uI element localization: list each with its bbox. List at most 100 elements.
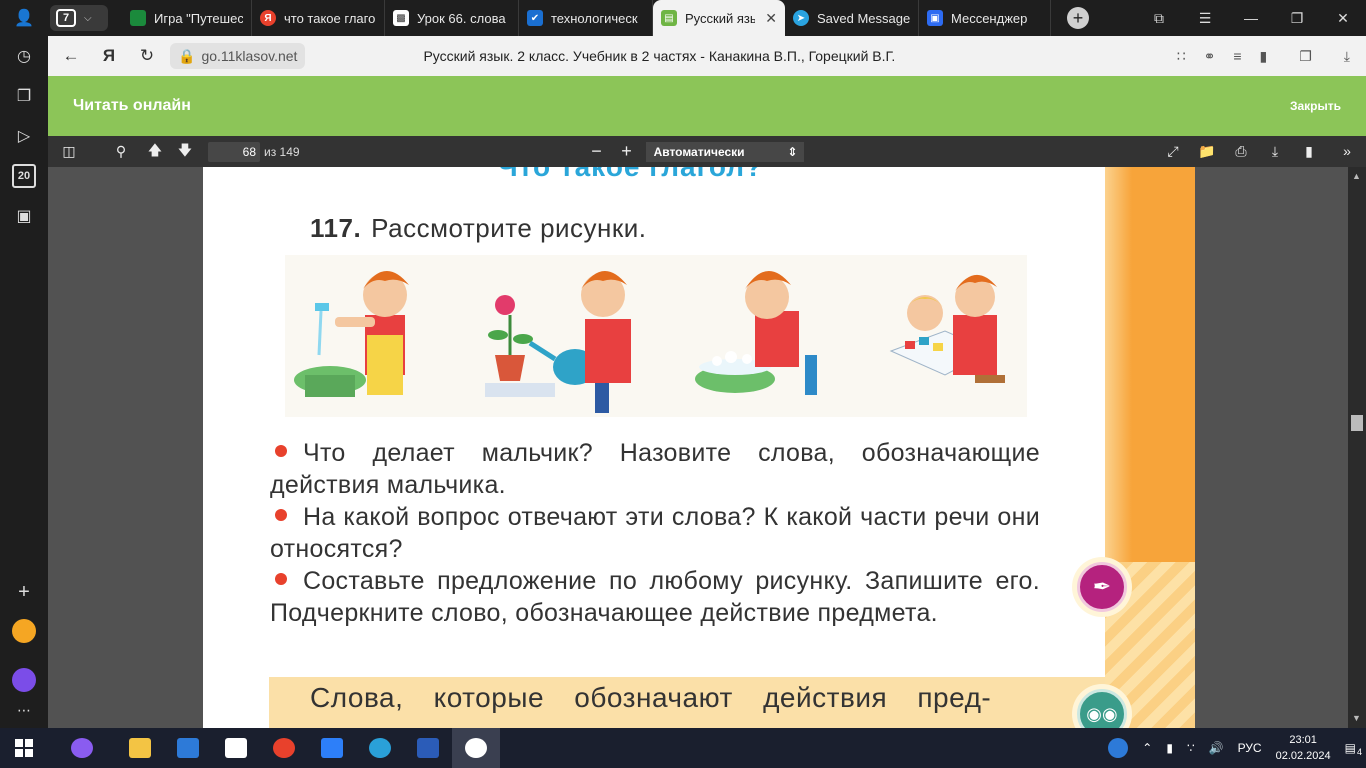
screenshot-icon[interactable]: ▣ <box>12 204 36 228</box>
bookmark-icon[interactable]: ▮ <box>1260 48 1268 65</box>
scroll-down-icon[interactable]: ▼ <box>1352 713 1361 723</box>
chevron-down-icon: ⌵ <box>84 12 92 24</box>
headphones-icon[interactable]: ⚭ <box>1204 48 1216 65</box>
browser-sidebar: 👤 ◷ ❐ ▷ 20 ▣ + ⋯ <box>0 0 48 728</box>
tab[interactable]: ▣ Мессенджер <box>919 0 1051 36</box>
yandex-browser-icon <box>465 738 487 758</box>
fullscreen-icon[interactable]: ⤢ <box>1158 143 1188 160</box>
amazon-taskbar-button[interactable] <box>212 728 260 768</box>
scroll-up-icon[interactable]: ▲ <box>1352 171 1361 181</box>
battery-icon[interactable]: ▮ <box>1166 741 1173 755</box>
collections-icon[interactable]: ❐ <box>12 84 36 108</box>
restore-icon[interactable]: ❐ <box>1274 10 1320 27</box>
tab-counter[interactable]: 7 ⌵ <box>50 5 108 31</box>
tab-manager-icon[interactable]: ⧉ <box>1136 10 1182 27</box>
write-task-badge: ✒ <box>1072 557 1132 617</box>
zoom-out-icon[interactable]: − <box>582 141 612 162</box>
next-page-icon[interactable]: 🡇 <box>170 140 200 164</box>
exercise-instruction: Рассмотрите рисунки. <box>371 213 647 243</box>
more-icon[interactable]: ⋯ <box>12 698 36 722</box>
profile-icon[interactable]: 👤 <box>12 6 36 30</box>
yandex-icon <box>273 738 295 758</box>
bookmark-icon[interactable]: ▮ <box>1294 143 1324 160</box>
notification-count: 4 <box>1356 747 1362 757</box>
dropbox-icon <box>321 738 343 758</box>
print-icon[interactable]: ⎙ <box>1226 143 1256 160</box>
collections-add-icon[interactable]: ❐ <box>1299 48 1312 65</box>
close-window-icon[interactable]: ✕ <box>1320 10 1366 27</box>
mail-icon <box>177 738 199 758</box>
new-tab-button[interactable]: + <box>1067 7 1089 29</box>
minimize-icon[interactable]: — <box>1228 10 1274 27</box>
url-field[interactable]: 🔒 go.11klasov.net <box>170 43 306 69</box>
word-taskbar-button[interactable] <box>404 728 452 768</box>
language-indicator[interactable]: РУС <box>1238 741 1262 755</box>
sidebar-toggle-icon[interactable]: ◫ <box>54 143 84 160</box>
history-icon[interactable]: ◷ <box>12 44 36 68</box>
vertical-scrollbar[interactable]: ▲ ▼ <box>1348 167 1366 728</box>
tab-title: Русский язык <box>685 10 756 26</box>
tab-bar: 7 ⌵ Игра "Путешес Я что такое глаго ▩ Ур… <box>48 0 1366 36</box>
tab[interactable]: ➤ Saved Message <box>785 0 919 36</box>
help-icon[interactable] <box>1108 738 1129 758</box>
tray-chevron-icon[interactable]: ⌃ <box>1142 741 1152 755</box>
tab-active[interactable]: ▤ Русский язык ✕ <box>653 0 785 36</box>
tab[interactable]: Я что такое глаго <box>252 0 385 36</box>
dropbox-taskbar-button[interactable] <box>308 728 356 768</box>
start-button[interactable] <box>0 728 48 768</box>
more-tools-icon[interactable]: » <box>1332 143 1362 160</box>
downloads-icon[interactable]: ⤓ <box>1344 48 1350 65</box>
task-text: Что делает мальчик? Назовите слова, обоз… <box>270 439 1040 499</box>
zoom-select[interactable]: Автоматически ⇕ <box>645 141 804 162</box>
previous-page-icon[interactable]: 🡅 <box>140 140 170 164</box>
scrollbar-thumb[interactable] <box>1351 415 1363 431</box>
tab-title: что такое глаго <box>284 10 376 26</box>
address-bar: ← Я ↻ 🔒 go.11klasov.net Русский язык. 2 … <box>48 36 1366 76</box>
page-title: Русский язык. 2 класс. Учебник в 2 частя… <box>423 48 896 64</box>
alice-icon[interactable] <box>12 668 36 692</box>
bullet-dot <box>275 445 287 458</box>
page-number-input[interactable]: 68 <box>208 141 260 162</box>
search-icon[interactable]: ⚲ <box>106 143 136 160</box>
yandex-taskbar-button[interactable] <box>260 728 308 768</box>
menu-icon[interactable]: ☰ <box>1182 10 1228 27</box>
page-count: из 149 <box>264 144 300 159</box>
tab[interactable]: ▩ Урок 66. слова <box>385 0 519 36</box>
notifications-icon[interactable]: ▤ 4 <box>1345 741 1362 757</box>
zen-icon[interactable]: 20 <box>12 164 36 188</box>
explorer-taskbar-button[interactable] <box>116 728 164 768</box>
download-icon[interactable]: ⤓ <box>1260 143 1290 160</box>
mail-taskbar-button[interactable] <box>164 728 212 768</box>
messenger-favicon-icon: ▣ <box>927 10 943 26</box>
close-tab-icon[interactable]: ✕ <box>765 10 777 27</box>
clock[interactable]: 23:01 02.02.2024 <box>1276 732 1331 764</box>
tab[interactable]: ✔ технологическ <box>519 0 653 36</box>
tab-favicon-icon: ▩ <box>393 10 409 26</box>
yandex-home-icon[interactable]: Я <box>94 46 124 66</box>
open-file-icon[interactable]: 📁 <box>1192 143 1222 160</box>
task-text: Составьте предложение по любому рисунку.… <box>270 567 1040 627</box>
reload-icon[interactable]: ↻ <box>132 46 162 66</box>
volume-icon[interactable]: 🔊 <box>1209 741 1224 755</box>
back-icon[interactable]: ← <box>56 46 86 66</box>
add-panel-icon[interactable]: + <box>12 580 36 604</box>
exercise-heading: 117. Рассмотрите рисунки. <box>310 213 647 244</box>
illustration-boy-actions <box>285 255 1027 417</box>
edge-taskbar-button[interactable] <box>356 728 404 768</box>
alice-taskbar-button[interactable] <box>58 728 106 768</box>
reader-header: Читать онлайн Закрыть <box>48 76 1366 136</box>
zoom-in-icon[interactable]: + <box>612 141 642 162</box>
document-viewer[interactable]: Что такое глагол? 117. Рассмотрите рисунк… <box>48 167 1348 728</box>
yandex-browser-taskbar-button[interactable] <box>452 728 500 768</box>
reader-mode-icon[interactable]: ≡ <box>1233 48 1241 65</box>
close-reader-button[interactable]: Закрыть <box>1290 99 1341 113</box>
wifi-icon[interactable]: ∵ <box>1187 741 1195 755</box>
tab-title: Урок 66. слова <box>417 10 506 26</box>
yandex-market-icon[interactable] <box>12 619 36 643</box>
extensions-icon[interactable]: ∷ <box>1177 48 1186 65</box>
video-icon[interactable]: ▷ <box>12 124 36 148</box>
tab[interactable]: Игра "Путешес <box>122 0 252 36</box>
lock-icon: 🔒 <box>178 47 196 64</box>
alice-icon <box>71 738 93 758</box>
folder-icon <box>129 738 151 758</box>
